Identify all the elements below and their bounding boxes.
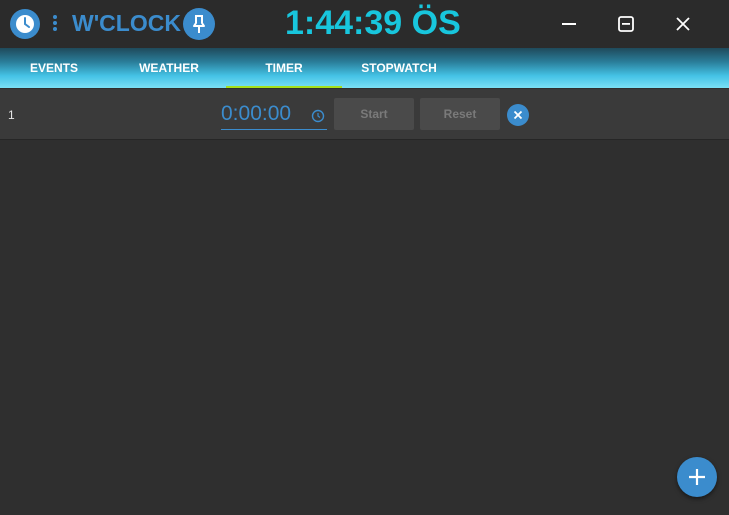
plus-icon	[689, 469, 705, 485]
app-title: W'CLOCK	[72, 10, 181, 36]
tab-weather[interactable]: WEATHER	[114, 48, 224, 88]
tab-bar: EVENTS WEATHER TIMER STOPWATCH	[0, 48, 729, 88]
pin-button[interactable]	[183, 8, 215, 40]
close-button[interactable]	[667, 8, 699, 40]
time-picker-icon[interactable]	[311, 109, 325, 123]
tab-timer[interactable]: TIMER	[226, 48, 342, 88]
tab-stopwatch[interactable]: STOPWATCH	[342, 48, 456, 88]
minimize-button[interactable]	[553, 8, 585, 40]
add-timer-button[interactable]	[677, 457, 717, 497]
timer-time-field[interactable]: 0:00:00	[221, 99, 327, 130]
timer-index: 1	[8, 108, 15, 122]
minimize-icon	[562, 23, 576, 25]
start-button[interactable]: Start	[334, 98, 414, 130]
close-icon	[676, 17, 690, 31]
close-icon	[513, 110, 523, 120]
timer-time-value: 0:00:00	[221, 102, 292, 125]
remove-timer-button[interactable]	[507, 104, 529, 126]
clock-icon[interactable]	[10, 9, 40, 39]
tab-events[interactable]: EVENTS	[0, 48, 108, 88]
maximize-icon	[618, 16, 634, 32]
pin-icon	[193, 15, 205, 33]
clock-display: 1:44:39 ÖS	[285, 4, 461, 42]
reset-button[interactable]: Reset	[420, 98, 500, 130]
title-bar: W'CLOCK 1:44:39 ÖS	[0, 0, 729, 48]
kebab-menu-icon[interactable]	[50, 14, 60, 34]
timer-row: 1 0:00:00 Start Reset	[0, 89, 729, 140]
maximize-button[interactable]	[610, 8, 642, 40]
active-tab-indicator	[226, 86, 342, 88]
